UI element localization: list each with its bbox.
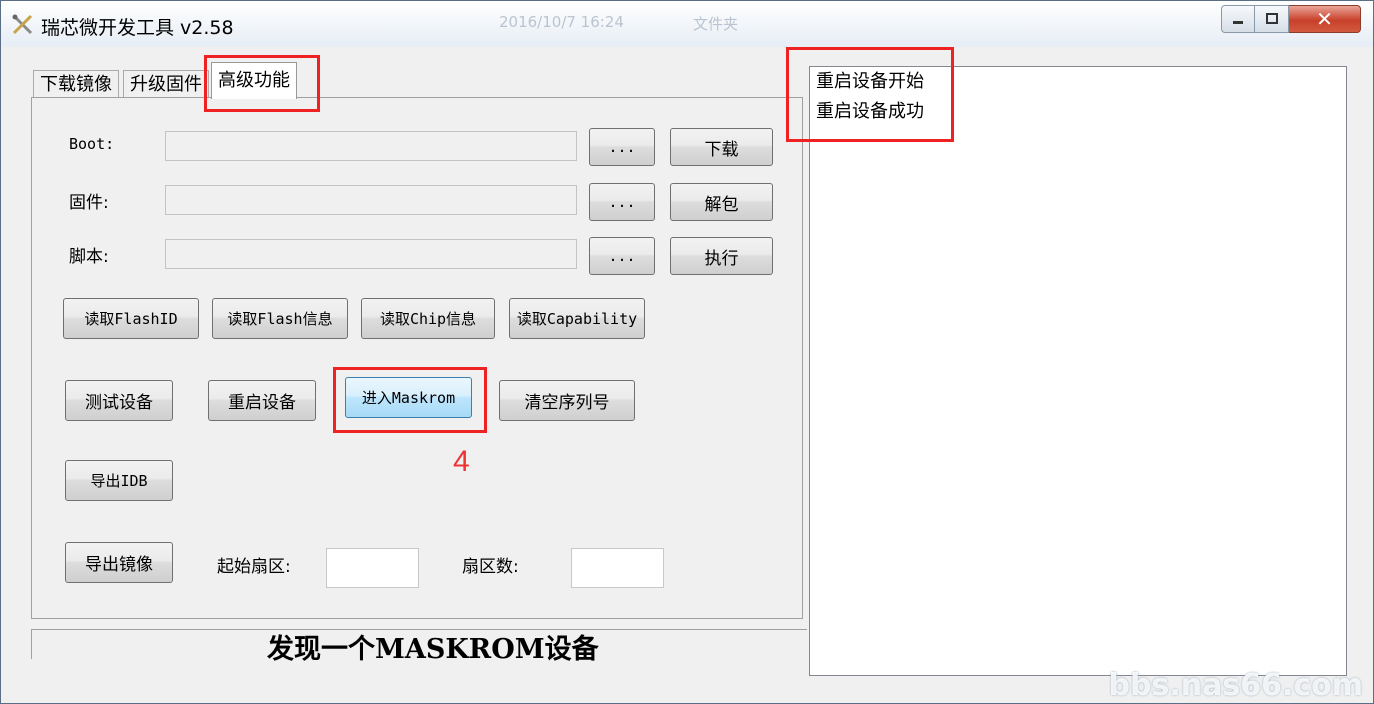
background-label: 文件夹 xyxy=(693,15,739,33)
test-device-button[interactable]: 测试设备 xyxy=(65,380,173,421)
watermark: bbs.nas66.com xyxy=(1108,668,1363,703)
firmware-browse-button[interactable]: ... xyxy=(589,183,655,221)
tools-icon xyxy=(12,14,33,35)
title-bar[interactable]: 瑞芯微开发工具 v2.58 2016/10/7 16:24 文件夹 ✕ xyxy=(1,1,1373,47)
execute-button[interactable]: 执行 xyxy=(670,237,773,275)
tab-advanced-functions[interactable]: 高级功能 xyxy=(211,62,297,99)
tab-upgrade-firmware[interactable]: 升级固件 xyxy=(123,70,209,98)
status-text: 发现一个MASKROM设备 xyxy=(267,634,599,665)
boot-label: Boot: xyxy=(69,135,115,153)
annotation-box-log xyxy=(786,47,954,142)
background-date: 2016/10/7 16:24 xyxy=(499,13,624,31)
annotation-box-maskrom xyxy=(333,367,487,433)
script-browse-button[interactable]: ... xyxy=(589,237,655,275)
window-title: 瑞芯微开发工具 v2.58 xyxy=(41,17,234,39)
client-area: 下载镜像 升级固件 高级功能 Boot: ... 下载 固件: ... 解包 脚… xyxy=(9,47,1365,695)
app-window: 瑞芯微开发工具 v2.58 2016/10/7 16:24 文件夹 ✕ 下载镜像… xyxy=(0,0,1374,704)
reboot-device-button[interactable]: 重启设备 xyxy=(208,380,316,421)
firmware-path-field[interactable] xyxy=(165,185,577,215)
minimize-icon xyxy=(1233,21,1243,24)
sector-count-label: 扇区数: xyxy=(462,557,519,577)
boot-browse-button[interactable]: ... xyxy=(589,128,655,166)
maximize-button[interactable] xyxy=(1255,5,1289,33)
firmware-label: 固件: xyxy=(69,193,109,213)
tab-download-image[interactable]: 下载镜像 xyxy=(33,70,119,98)
read-chip-info-button[interactable]: 读取Chip信息 xyxy=(361,298,495,339)
read-capability-button[interactable]: 读取Capability xyxy=(509,298,645,339)
close-icon: ✕ xyxy=(1316,7,1333,31)
advanced-panel xyxy=(31,97,803,619)
close-button[interactable]: ✕ xyxy=(1289,5,1361,33)
script-path-field[interactable] xyxy=(165,239,577,269)
download-button[interactable]: 下载 xyxy=(670,128,773,166)
start-sector-input[interactable] xyxy=(326,548,419,588)
read-flash-info-button[interactable]: 读取Flash信息 xyxy=(212,298,348,339)
script-label: 脚本: xyxy=(69,247,109,267)
clear-serial-button[interactable]: 清空序列号 xyxy=(499,380,635,421)
read-flash-id-button[interactable]: 读取FlashID xyxy=(63,298,199,339)
unpack-button[interactable]: 解包 xyxy=(670,183,773,221)
log-panel[interactable]: 重启设备开始 重启设备成功 xyxy=(809,66,1347,676)
maximize-icon xyxy=(1265,13,1278,24)
sector-count-input[interactable] xyxy=(571,548,664,588)
window-controls: ✕ xyxy=(1221,5,1361,33)
start-sector-label: 起始扇区: xyxy=(217,557,291,577)
export-idb-button[interactable]: 导出IDB xyxy=(65,460,173,501)
boot-path-field[interactable] xyxy=(165,131,577,161)
export-image-button[interactable]: 导出镜像 xyxy=(65,542,173,583)
annotation-step-number: 4 xyxy=(453,445,470,478)
minimize-button[interactable] xyxy=(1221,5,1255,33)
